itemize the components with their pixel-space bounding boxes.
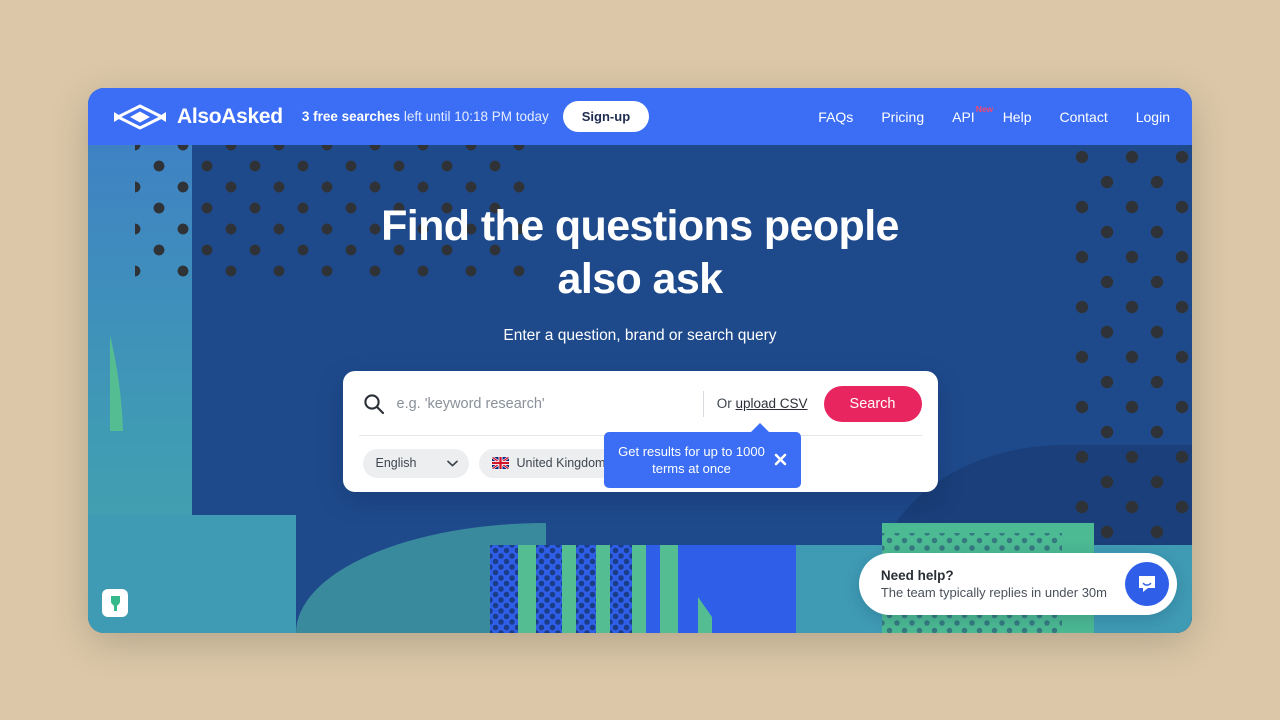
illustration-green-stripe: [660, 545, 678, 633]
illustration-green-stripe: [596, 545, 610, 633]
nav-links: FAQs Pricing API New Help Contact Login: [818, 104, 1170, 125]
nav-link-pricing[interactable]: Pricing: [881, 109, 924, 125]
nav-link-pricing-label: Pricing: [881, 108, 925, 125]
chat-title: Need help?: [880, 568, 954, 583]
speech-bubble-icon: [1139, 576, 1155, 592]
chat-launcher-button[interactable]: [1125, 562, 1169, 606]
nav-link-contact-label: Contact: [1059, 108, 1108, 125]
hero-section: Find the questions people also ask Enter…: [88, 145, 1192, 633]
magnifier-icon: [363, 393, 384, 414]
illustration-mesh-stripe: [490, 545, 518, 633]
chevron-down-icon: [446, 460, 458, 467]
region-dropdown-label: United Kingdom: [516, 456, 606, 471]
nav-link-help[interactable]: Help: [1003, 109, 1032, 125]
nav-link-contact[interactable]: Contact: [1059, 109, 1107, 125]
chat-subtitle: The team typically replies in under 30m: [880, 585, 1107, 600]
brand-logo[interactable]: AlsoAsked: [112, 103, 283, 130]
chat-texts: Need help? The team typically replies in…: [881, 568, 1107, 600]
hero-content: Find the questions people also ask Enter…: [88, 145, 1192, 492]
illustration-green-stripe: [632, 545, 646, 633]
search-divider: [702, 390, 704, 417]
nav-link-help-label: Help: [1002, 108, 1032, 125]
search-row: Or upload CSV Search: [358, 385, 922, 436]
page-title: Find the questions people also ask: [381, 202, 899, 304]
illustration-green-stripe: [562, 545, 576, 633]
nav-link-api[interactable]: API New: [952, 104, 993, 125]
nav-link-api-label: API: [952, 108, 975, 125]
eye-diamond-logo-icon: [114, 103, 166, 130]
free-searches-count: 3 free searches: [301, 109, 401, 124]
or-label: Or: [716, 396, 736, 412]
top-navigation-bar: AlsoAsked 3 free searches left until 10:…: [88, 88, 1192, 145]
nav-link-faqs-label: FAQs: [818, 108, 854, 125]
search-card: Or upload CSV Search English: [342, 370, 938, 492]
nav-link-api-new-badge: New: [975, 103, 994, 114]
nav-link-login[interactable]: Login: [1136, 109, 1170, 125]
illustration-mesh-stripe: [536, 545, 562, 633]
illustration-stripes: [490, 545, 796, 633]
free-searches-rest: left until 10:18 PM today: [400, 109, 549, 124]
illustration-green-stripe: [518, 545, 536, 633]
privacy-badge[interactable]: [102, 589, 128, 617]
search-button[interactable]: Search: [823, 385, 922, 422]
free-searches-status: 3 free searches left until 10:18 PM toda…: [302, 109, 549, 124]
browser-window: AlsoAsked 3 free searches left until 10:…: [88, 88, 1192, 633]
upload-csv-wrap: Or upload CSV: [717, 396, 808, 411]
keyhole-icon: [110, 595, 120, 611]
language-dropdown-label: English: [375, 456, 417, 471]
tooltip-arrow: [749, 422, 770, 433]
nav-link-faqs[interactable]: FAQs: [818, 109, 853, 125]
hero-subtitle: Enter a question, brand or search query: [503, 326, 777, 344]
tooltip-text: Get results for up to 1000 terms at once: [618, 443, 765, 476]
nav-link-login-label: Login: [1135, 108, 1170, 125]
uk-flag-icon: [491, 457, 509, 470]
chat-widget[interactable]: Need help? The team typically replies in…: [858, 553, 1177, 615]
language-dropdown[interactable]: English: [362, 448, 469, 478]
illustration-mesh-stripe: [576, 545, 596, 633]
close-x-icon[interactable]: [772, 451, 789, 468]
search-input[interactable]: [396, 395, 697, 412]
brand-name: AlsoAsked: [177, 104, 283, 128]
illustration-wedge-shape: [678, 557, 712, 633]
upload-csv-tooltip: Get results for up to 1000 terms at once: [603, 422, 801, 489]
signup-button[interactable]: Sign-up: [562, 101, 650, 132]
upload-csv-link[interactable]: upload CSV: [735, 396, 807, 411]
illustration-mesh-stripe: [610, 545, 632, 633]
